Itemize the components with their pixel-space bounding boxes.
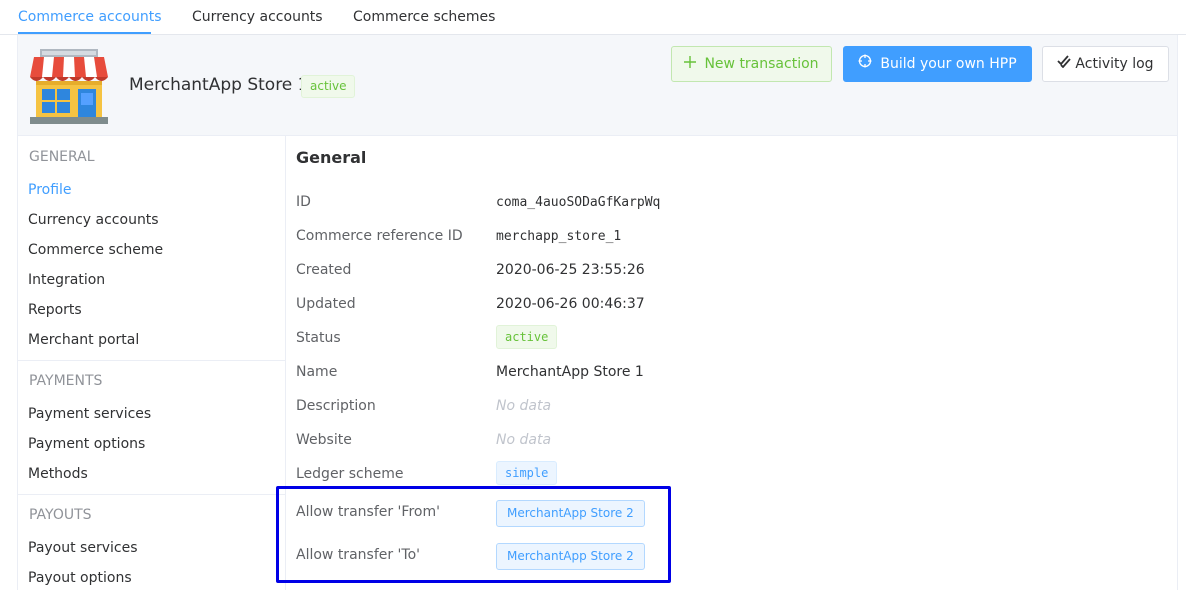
- field-label-updated: Updated: [296, 296, 356, 312]
- sidebar-divider: [18, 494, 285, 495]
- sidebar-item-profile[interactable]: Profile: [28, 182, 72, 198]
- activity-log-label: Activity log: [1075, 56, 1154, 72]
- field-label-ref-id: Commerce reference ID: [296, 228, 463, 244]
- field-label-created: Created: [296, 262, 352, 278]
- sidebar-section-general: GENERAL: [29, 149, 95, 165]
- field-value-name: MerchantApp Store 1: [496, 364, 644, 380]
- highlight-box: [276, 486, 671, 583]
- status-tag: active: [496, 325, 558, 349]
- sidebar-item-currency-accounts[interactable]: Currency accounts: [28, 212, 159, 228]
- field-label-status: Status: [296, 330, 341, 346]
- crosshair-icon: [858, 47, 872, 81]
- account-header: MerchantApp Store 1 active New transacti…: [18, 35, 1177, 136]
- sidebar-item-commerce-scheme[interactable]: Commerce scheme: [28, 242, 163, 258]
- section-title: General: [296, 148, 367, 167]
- field-value-created: 2020-06-25 23:55:26: [496, 262, 645, 278]
- field-label-description: Description: [296, 398, 376, 414]
- sidebar-item-payout-services[interactable]: Payout services: [28, 540, 138, 556]
- field-label-name: Name: [296, 364, 338, 380]
- merchant-name: MerchantApp Store 1: [129, 75, 309, 95]
- sidebar-item-reports[interactable]: Reports: [28, 302, 82, 318]
- sidebar-item-methods[interactable]: Methods: [28, 466, 88, 482]
- build-hpp-label: Build your own HPP: [880, 56, 1017, 72]
- sidebar-divider: [18, 360, 285, 361]
- field-label-website: Website: [296, 432, 352, 448]
- build-hpp-button[interactable]: Build your own HPP: [843, 46, 1032, 82]
- field-label-id: ID: [296, 194, 311, 210]
- field-value-description: No data: [496, 398, 552, 414]
- field-value-website: No data: [496, 432, 552, 448]
- store-icon: [30, 49, 108, 124]
- tab-commerce-accounts[interactable]: Commerce accounts: [18, 9, 162, 25]
- sidebar-section-payments: PAYMENTS: [29, 373, 103, 389]
- activity-log-button[interactable]: Activity log: [1042, 46, 1169, 82]
- plus-icon: [684, 47, 697, 81]
- sidebar-item-merchant-portal[interactable]: Merchant portal: [28, 332, 139, 348]
- new-transaction-label: New transaction: [704, 56, 819, 72]
- tab-bar: Commerce accounts Currency accounts Comm…: [0, 0, 1186, 34]
- double-check-icon: [1057, 47, 1072, 81]
- sidebar-item-payment-services[interactable]: Payment services: [28, 406, 151, 422]
- sidebar-item-integration[interactable]: Integration: [28, 272, 105, 288]
- field-value-id: coma_4auoSODaGfKarpWq: [496, 195, 661, 210]
- tab-commerce-schemes[interactable]: Commerce schemes: [353, 9, 495, 25]
- status-badge: active: [301, 75, 356, 98]
- sidebar: GENERAL Profile Currency accounts Commer…: [18, 136, 286, 590]
- sidebar-item-payout-options[interactable]: Payout options: [28, 570, 132, 586]
- new-transaction-button[interactable]: New transaction: [671, 46, 832, 82]
- sidebar-section-payouts: PAYOUTS: [29, 507, 92, 523]
- sidebar-item-payment-options[interactable]: Payment options: [28, 436, 145, 452]
- field-label-ledger-scheme: Ledger scheme: [296, 466, 404, 482]
- tab-currency-accounts[interactable]: Currency accounts: [192, 9, 323, 25]
- field-value-ref-id: merchapp_store_1: [496, 229, 622, 244]
- field-value-updated: 2020-06-26 00:46:37: [496, 296, 645, 312]
- ledger-scheme-tag[interactable]: simple: [496, 461, 558, 485]
